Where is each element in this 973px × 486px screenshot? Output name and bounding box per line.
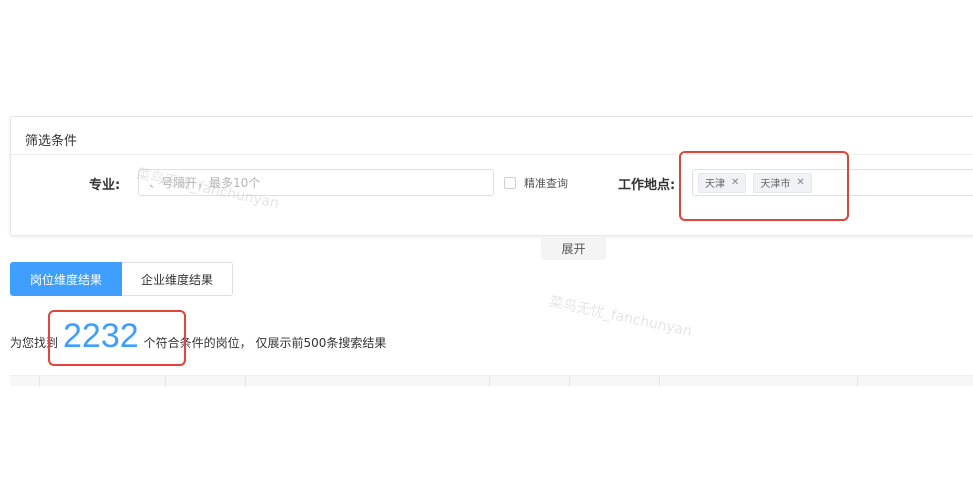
filter-title: 筛选条件 <box>25 134 78 149</box>
result-suffix: 个符合条件的岗位， 仅展示前500条搜索结果 <box>143 336 387 350</box>
expand-button[interactable]: 展开 <box>541 236 606 260</box>
column-divider <box>165 376 166 386</box>
location-tag: 天津 ✕ <box>698 172 747 193</box>
location-tag-label: 天津 <box>705 179 725 190</box>
watermark: 菜鸟无忧_fanchunyan <box>547 294 694 340</box>
location-select[interactable]: 天津 ✕ 天津市 ✕ <box>692 169 973 196</box>
exact-query-option[interactable]: 精准查询 <box>504 175 568 191</box>
filter-divider <box>11 154 973 155</box>
location-tag: 天津市 ✕ <box>753 172 812 193</box>
exact-query-checkbox[interactable] <box>504 177 516 189</box>
column-divider <box>489 376 490 386</box>
close-icon[interactable]: ✕ <box>796 177 804 188</box>
close-icon[interactable]: ✕ <box>731 177 739 188</box>
column-divider <box>245 376 246 386</box>
column-divider <box>857 376 858 386</box>
location-label: 工作地点: <box>618 178 676 193</box>
result-count: 2232 <box>63 317 139 355</box>
filter-panel: 筛选条件 专业: 精准查询 工作地点: 天津 ✕ 天津市 ✕ <box>10 116 973 236</box>
major-label: 专业: <box>89 178 121 193</box>
column-divider <box>569 376 570 386</box>
location-tag-label: 天津市 <box>760 179 791 190</box>
column-divider <box>39 376 40 386</box>
tab-position-results[interactable]: 岗位维度结果 <box>10 262 122 296</box>
exact-query-label: 精准查询 <box>524 177 568 190</box>
major-input[interactable] <box>138 169 494 196</box>
tab-company-results[interactable]: 企业维度结果 <box>122 262 233 296</box>
result-prefix: 为您找到 <box>10 336 59 350</box>
result-summary: 为您找到 2232 个符合条件的岗位， 仅展示前500条搜索结果 <box>10 316 386 366</box>
results-table-header <box>10 375 973 386</box>
result-tabs: 岗位维度结果 企业维度结果 <box>10 262 233 296</box>
column-divider <box>659 376 660 386</box>
